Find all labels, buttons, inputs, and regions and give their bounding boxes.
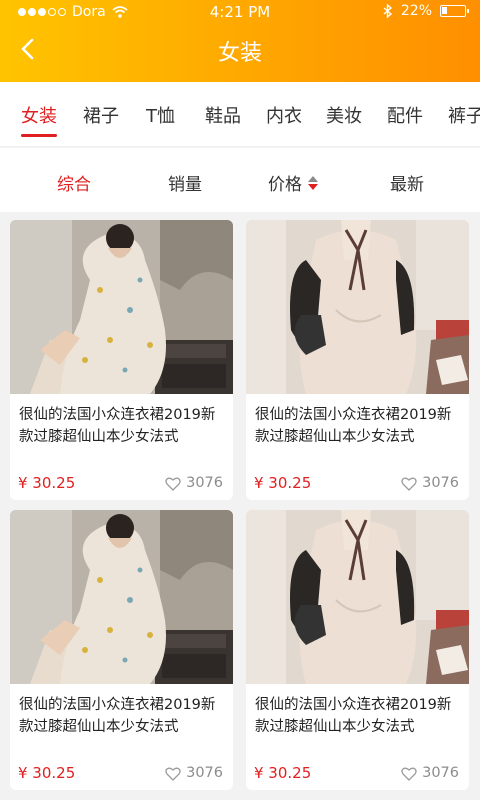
- tab-underwear[interactable]: 内衣: [266, 102, 302, 128]
- tab-pants[interactable]: 裤子: [448, 102, 480, 128]
- likes-count: 3076: [422, 475, 459, 491]
- tab-tshirts[interactable]: T恤: [146, 102, 175, 128]
- product-name: 很仙的法国小众连衣裙2019新款过膝超仙山本少女法式: [255, 697, 452, 735]
- tab-shoes[interactable]: 鞋品: [205, 102, 241, 128]
- nav-bar: 女装: [0, 24, 480, 74]
- product-card[interactable]: 很仙的法国小众连衣裙2019新款过膝超仙山本少女法式 ¥ 30.25 3076: [246, 510, 469, 790]
- sort-order-icon: [308, 175, 318, 190]
- product-card[interactable]: 很仙的法国小众连衣裙2019新款过膝超仙山本少女法式 ¥ 30.25 3076: [10, 510, 233, 790]
- product-name: 很仙的法国小众连衣裙2019新款过膝超仙山本少女法式: [19, 407, 216, 445]
- product-image: [10, 510, 233, 684]
- battery-icon: [440, 5, 469, 17]
- product-price: ¥ 30.25: [18, 764, 76, 782]
- tab-accessories[interactable]: 配件: [387, 102, 423, 128]
- likes-count: 3076: [186, 475, 223, 491]
- product-name: 很仙的法国小众连衣裙2019新款过膝超仙山本少女法式: [255, 407, 452, 445]
- tab-women[interactable]: 女装: [21, 102, 57, 137]
- likes-count: 3076: [186, 765, 223, 781]
- product-price: ¥ 30.25: [18, 474, 76, 492]
- product-image: [10, 220, 233, 394]
- sort-bar: 综合 销量 价格 最新: [0, 148, 480, 212]
- bluetooth-icon: [383, 4, 392, 18]
- product-price: ¥ 30.25: [254, 474, 312, 492]
- product-likes: 3076: [165, 765, 223, 781]
- category-tabs: 女装 裙子 T恤 鞋品 内衣 美妆 配件 裤子: [0, 82, 480, 146]
- like-icon: [165, 767, 181, 781]
- sort-comprehensive[interactable]: 综合: [57, 170, 91, 195]
- tab-beauty[interactable]: 美妆: [326, 102, 362, 128]
- battery-percent: 22%: [400, 3, 432, 19]
- sort-price-label: 价格: [268, 175, 302, 195]
- product-price: ¥ 30.25: [254, 764, 312, 782]
- tab-skirts[interactable]: 裙子: [83, 102, 119, 128]
- product-name: 很仙的法国小众连衣裙2019新款过膝超仙山本少女法式: [19, 697, 216, 735]
- page-title: 女装: [217, 41, 262, 66]
- likes-count: 3076: [422, 765, 459, 781]
- app-header: Dora 4:21 PM 22% 女装: [0, 0, 480, 82]
- sort-newest[interactable]: 最新: [390, 170, 424, 195]
- product-card[interactable]: 很仙的法国小众连衣裙2019新款过膝超仙山本少女法式 ¥ 30.25 3076: [10, 220, 233, 500]
- product-likes: 3076: [401, 765, 459, 781]
- like-icon: [401, 477, 417, 491]
- product-likes: 3076: [165, 475, 223, 491]
- sort-price[interactable]: 价格: [268, 170, 318, 195]
- like-icon: [401, 767, 417, 781]
- like-icon: [165, 477, 181, 491]
- product-card[interactable]: 很仙的法国小众连衣裙2019新款过膝超仙山本少女法式 ¥ 30.25 3076: [246, 220, 469, 500]
- status-bar: Dora 4:21 PM 22%: [0, 0, 480, 24]
- sort-sales[interactable]: 销量: [168, 170, 202, 195]
- product-image: [246, 220, 469, 394]
- product-image: [246, 510, 469, 684]
- product-likes: 3076: [401, 475, 459, 491]
